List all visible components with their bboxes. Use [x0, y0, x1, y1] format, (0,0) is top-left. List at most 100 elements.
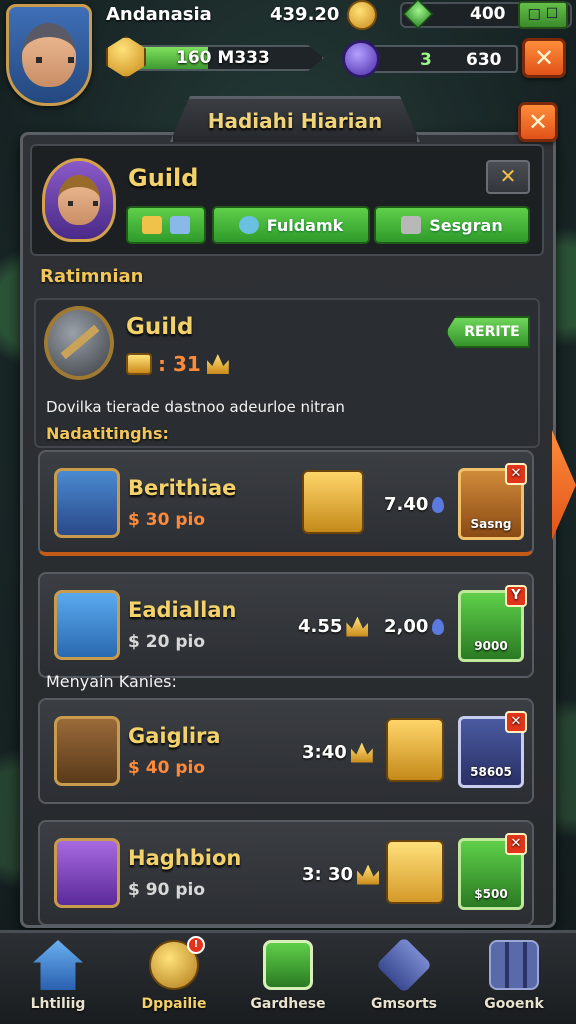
- top-hud: Andanasia 439.20 400 □ ☐ 160 M333 3 630 …: [0, 0, 576, 106]
- reward-row[interactable]: Eadiallan $ 20 pio 4.55 2,00 Y 9000: [38, 572, 534, 678]
- item-quantity-left: 3: 30: [302, 864, 380, 885]
- buy-gems-button[interactable]: □ ☐: [518, 1, 568, 29]
- mana-drop-icon: [432, 496, 445, 513]
- guild-leader-avatar[interactable]: [42, 158, 116, 242]
- hero-face-icon: [22, 23, 76, 87]
- grid-icon: [489, 940, 539, 990]
- item-name: Haghbion: [128, 846, 242, 870]
- diamond-icon: [170, 216, 190, 234]
- quest-retire-button[interactable]: RERITE: [446, 316, 530, 348]
- section-label: Ratimnian: [40, 266, 144, 287]
- leader-face-icon: [58, 175, 100, 225]
- reward-row[interactable]: Berithiae $ 30 pio 7.40 ✕ Sasng: [38, 450, 534, 556]
- crown-icon: [350, 742, 373, 763]
- crown-icon: [346, 616, 369, 637]
- guild-fund-label: Fuldamk: [266, 215, 344, 235]
- shield-icon: [263, 940, 313, 990]
- guild-search-label: Sesgran: [429, 215, 503, 235]
- quest-description: Dovilka tierade dastnoo adeurloe nitran: [46, 398, 345, 416]
- close-icon: ✕: [527, 108, 549, 136]
- between-label: Menyain Kanies:: [46, 672, 177, 691]
- item-price: $ 20 pio: [128, 632, 205, 652]
- close-icon: ✕: [533, 44, 555, 72]
- trident-icon: [54, 468, 120, 538]
- guild-emblem-icon: [44, 306, 114, 380]
- mana-drop-icon: [432, 618, 445, 635]
- golden-throne-icon: [302, 470, 364, 534]
- nav-home[interactable]: Lhtiliig: [10, 940, 106, 1022]
- quest-reward-value: : 31: [158, 352, 201, 376]
- claim-button[interactable]: Y 9000: [458, 585, 527, 662]
- nav-label: Dppailie: [141, 996, 207, 1012]
- gold-amount: 439.20: [270, 4, 340, 25]
- energy-counter: 3 630: [340, 40, 520, 78]
- golden-crate-icon: [386, 718, 444, 782]
- reward-row[interactable]: Gaiglira $ 40 pio 3:40 ✕ 58605: [38, 698, 534, 804]
- claim-label: $500: [474, 887, 508, 901]
- nav-garden[interactable]: Gardhese: [240, 940, 336, 1022]
- nav-label: Gmsorts: [371, 996, 437, 1012]
- nav-daily[interactable]: ! Dppailie: [126, 936, 222, 1022]
- claim-label: Sasng: [470, 517, 512, 531]
- item-price: $ 90 pio: [128, 880, 205, 900]
- gem-amount: 400: [470, 4, 506, 24]
- badge: Y: [505, 585, 527, 607]
- item-quantity-left: 4.55: [298, 616, 369, 637]
- guild-close-button[interactable]: ✕: [486, 160, 530, 194]
- claim-button[interactable]: ✕ Sasng: [458, 463, 527, 540]
- quest-reward: : 31: [126, 352, 229, 376]
- reward-row[interactable]: Haghbion $ 90 pio 3: 30 ✕ $500: [38, 820, 534, 926]
- level-gem-icon: [106, 36, 146, 78]
- xp-text: 160 M333: [176, 48, 270, 68]
- quest-title: Guild: [126, 314, 194, 340]
- item-qty-left-value: 3: 30: [302, 864, 354, 885]
- claim-button[interactable]: ✕ 58605: [458, 711, 527, 788]
- item-quantity: 2,00: [384, 616, 445, 637]
- top-close-button[interactable]: ✕: [522, 38, 566, 78]
- nav-badge: !: [187, 936, 205, 954]
- handshake-icon: [401, 216, 422, 234]
- guild-fund-button[interactable]: Fuldamk: [212, 206, 370, 244]
- crown-icon: [357, 864, 380, 885]
- badge: ✕: [505, 711, 527, 733]
- blue-chest-icon: [54, 590, 120, 660]
- item-name: Gaiglira: [128, 724, 221, 748]
- nav-label: Lhtiliig: [30, 996, 86, 1012]
- item-quantity: 7.40: [384, 494, 445, 515]
- claim-label: 9000: [474, 639, 508, 653]
- badge: ✕: [505, 463, 527, 485]
- player-avatar[interactable]: [6, 4, 92, 106]
- item-qty-value: 2,00: [384, 616, 429, 637]
- quest-sub-label: Nadatitinghs:: [46, 424, 169, 443]
- claim-button[interactable]: ✕ $500: [458, 833, 527, 910]
- purple-chest-icon: [54, 838, 120, 908]
- gold-chest-icon: !: [149, 936, 205, 990]
- panel-close-button[interactable]: ✕: [518, 102, 558, 142]
- treasure-chest-icon: [54, 716, 120, 786]
- crystal-icon: [375, 936, 433, 994]
- item-quantity-left: 3:40: [302, 742, 373, 763]
- item-price: $ 40 pio: [128, 758, 205, 778]
- gold-bar-icon: [126, 353, 152, 375]
- item-name: Eadiallan: [128, 598, 237, 622]
- guild-name: Guild: [128, 164, 199, 192]
- item-price: $ 30 pio: [128, 510, 205, 530]
- energy-value: 3: [420, 50, 432, 70]
- nav-sorts[interactable]: Gmsorts: [356, 936, 452, 1022]
- panel-title: Hadiahi Hiarian: [207, 108, 383, 133]
- xp-progress: 160 M333: [106, 36, 328, 78]
- badge: ✕: [505, 833, 527, 855]
- nav-label: Gardhese: [250, 996, 326, 1012]
- energy-max: 630: [466, 50, 502, 70]
- gold-icon: [142, 216, 162, 234]
- guild-search-button[interactable]: Sesgran: [374, 206, 530, 244]
- player-name: Andanasia: [106, 4, 212, 25]
- globe-icon: [238, 216, 259, 234]
- claim-label: 58605: [470, 765, 512, 779]
- item-qty-left-value: 4.55: [298, 616, 343, 637]
- energy-orb-icon: [342, 40, 380, 78]
- golden-boot-icon: [386, 840, 444, 904]
- nav-grid[interactable]: Gooenk: [466, 940, 562, 1022]
- guild-gold-button[interactable]: [126, 206, 206, 244]
- item-name: Berithiae: [128, 476, 237, 500]
